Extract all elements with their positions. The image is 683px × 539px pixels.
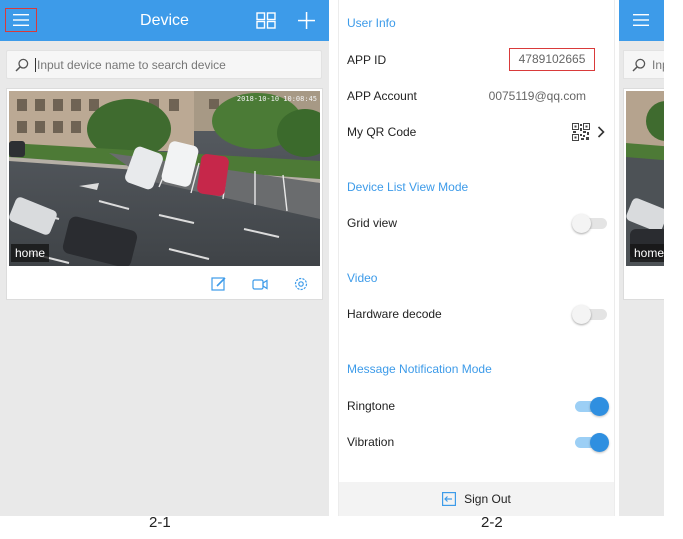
section-device-list-view-mode: Device List View Mode [347, 180, 469, 194]
ringtone-toggle[interactable] [572, 396, 610, 416]
qr-code-label[interactable]: My QR Code [347, 125, 416, 139]
section-video: Video [347, 271, 378, 285]
device-card[interactable]: 2018-10-10 10:08:45 home [6, 88, 323, 300]
caption-2-1: 2-1 [149, 514, 171, 531]
edit-button[interactable] [210, 275, 228, 293]
search-icon [15, 58, 29, 72]
sign-out-button[interactable]: Sign Out [339, 482, 614, 516]
hardware-decode-toggle[interactable] [572, 304, 610, 324]
camera-timestamp: 2018-10-10 10:08:45 [236, 95, 317, 103]
edit-icon [211, 277, 226, 291]
section-message-notification-mode: Message Notification Mode [347, 362, 492, 376]
app-id-label: APP ID [347, 53, 387, 67]
sign-out-label: Sign Out [464, 492, 511, 506]
device-actions [7, 273, 322, 297]
text-cursor [35, 57, 36, 72]
ringtone-label: Ringtone [347, 399, 396, 413]
app-id-value: 4789102665 [509, 48, 595, 71]
chevron-right-icon[interactable] [597, 126, 605, 138]
add-icon[interactable] [297, 11, 316, 30]
vibration-label: Vibration [347, 435, 395, 449]
section-user-info: User Info [347, 16, 396, 30]
device-list-screen-partial: Inp home [619, 0, 664, 516]
search-bar-partial[interactable]: Inp [623, 50, 664, 79]
search-icon [632, 58, 646, 72]
settings-menu-screen: User Info APP ID 4789102665 APP Account … [338, 0, 615, 516]
menu-icon [633, 14, 649, 26]
grid-view-icon[interactable] [256, 12, 276, 29]
search-input[interactable] [37, 57, 307, 72]
grid-view-toggle[interactable] [572, 213, 610, 233]
qr-code-icon[interactable] [572, 123, 590, 141]
page-title: Device [140, 12, 189, 29]
vibration-toggle[interactable] [572, 432, 610, 452]
menu-button-partial[interactable] [625, 8, 657, 32]
search-placeholder-partial: Inp [652, 57, 664, 72]
caption-2-2: 2-2 [481, 514, 503, 531]
camera-snapshot-image [9, 91, 320, 266]
record-video-button[interactable] [251, 275, 269, 293]
camera-preview[interactable]: 2018-10-10 10:08:45 home [9, 91, 320, 266]
search-bar[interactable] [6, 50, 322, 79]
grid-view-label: Grid view [347, 216, 398, 230]
device-name-label: home [11, 244, 50, 262]
device-card-partial[interactable]: home [623, 88, 664, 300]
camera-preview-partial[interactable]: home [626, 91, 664, 266]
video-record-icon [252, 279, 268, 290]
top-bar-partial [619, 0, 664, 41]
top-bar: Device [0, 0, 329, 41]
camera-snapshot-image [626, 91, 664, 266]
app-account-value: 0075119@qq.com [488, 89, 586, 103]
sign-out-icon [442, 492, 457, 506]
device-list-screen: Device Input device name to search devic… [0, 0, 329, 516]
app-account-label: APP Account [347, 89, 417, 103]
device-name-label: home [630, 244, 664, 262]
device-settings-button[interactable] [292, 275, 310, 293]
hardware-decode-label: Hardware decode [347, 307, 442, 321]
settings-icon [294, 277, 308, 291]
